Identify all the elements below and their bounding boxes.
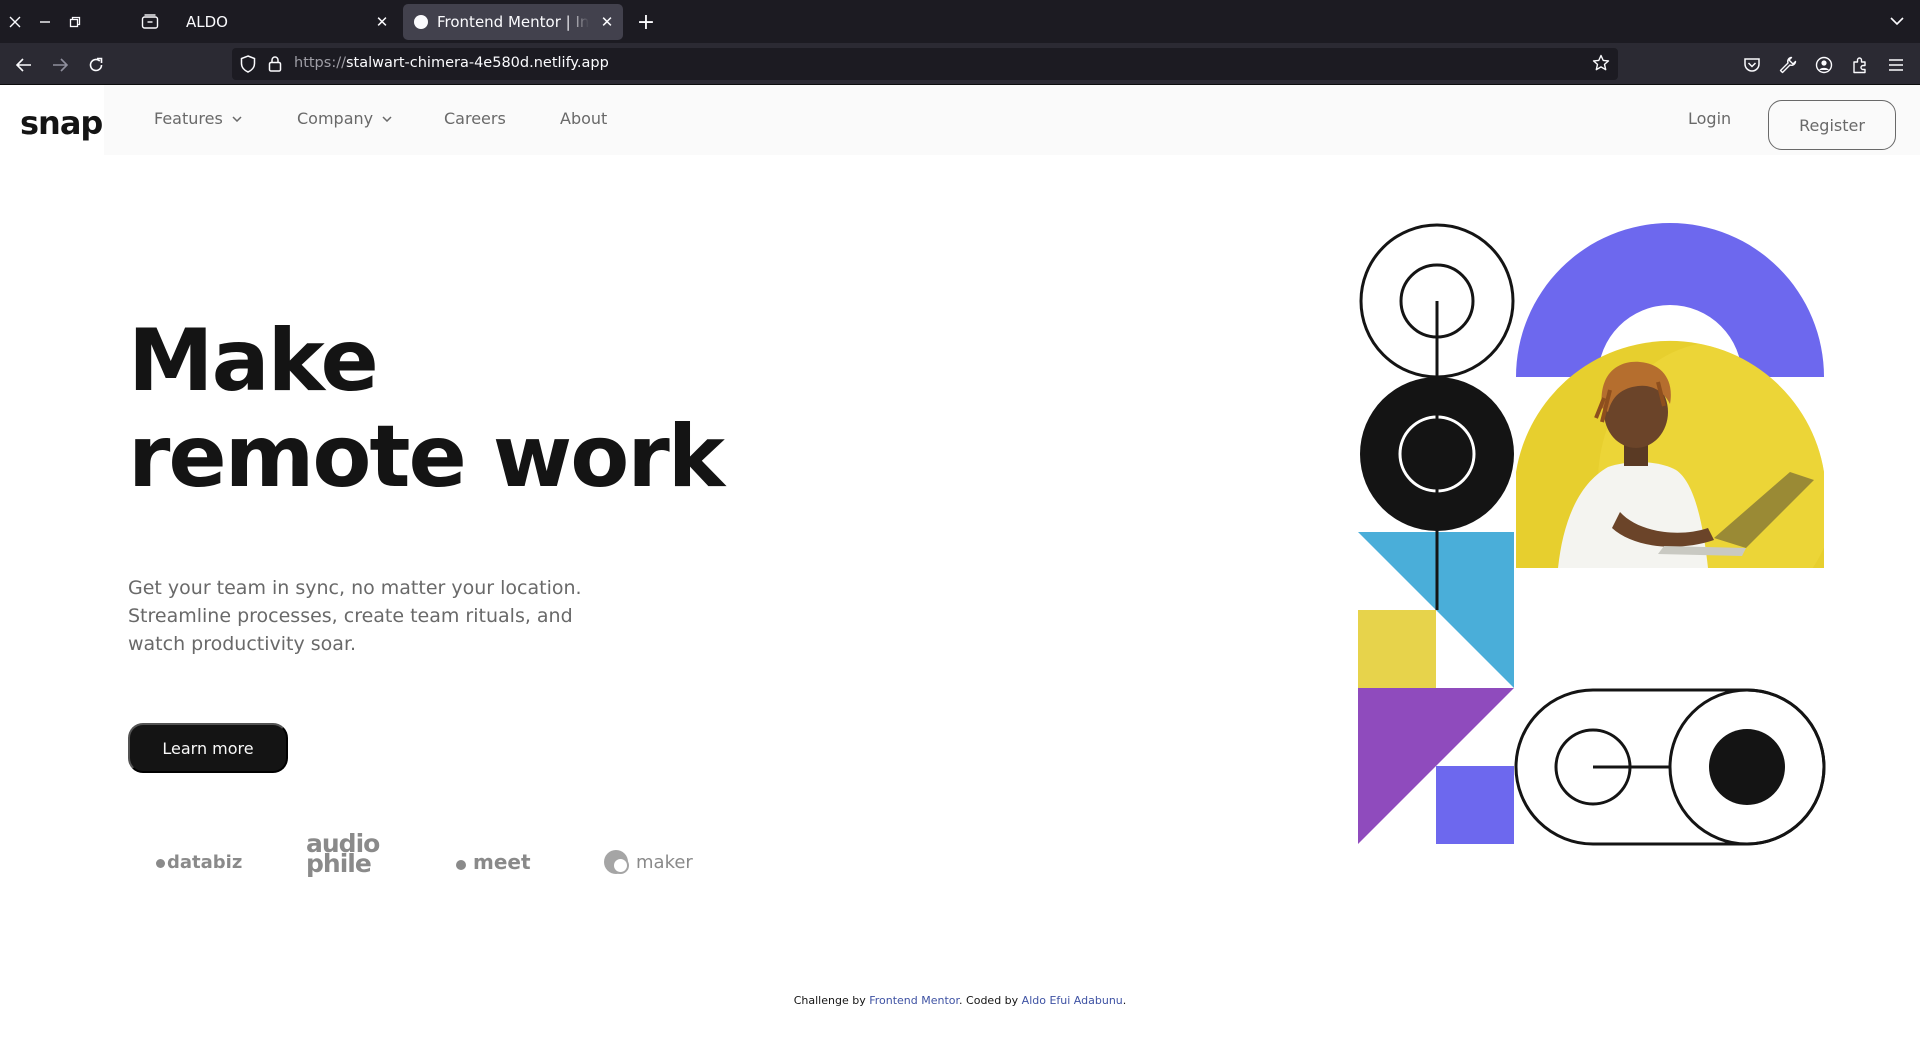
tab-manager-icon[interactable] [136,8,164,36]
databiz-dot-icon [156,859,165,868]
site-header: snap Features Company Careers About Logi… [0,85,1920,155]
browser-tab-strip: ALDO ✕ Frontend Mentor | Intro section w… [0,0,1920,43]
author-link[interactable]: Aldo Efui Adabunu [1022,994,1123,1007]
hero-illustration [1358,223,1826,846]
browser-toolbar: https://stalwart-chimera-4e580d.netlify.… [0,43,1920,85]
new-tab-icon[interactable]: + [632,8,660,36]
lock-icon[interactable] [268,55,282,76]
maker-wordmark: maker [636,851,693,873]
tab-title: Frontend Mentor | Intro section with dro… [437,13,589,31]
nav-features-label: Features [154,109,223,128]
hero-title: Make remote work [128,311,725,507]
nav-company-dropdown[interactable]: Company [297,109,392,128]
register-button[interactable]: Register [1768,100,1896,150]
meet-wordmark: meet [473,850,531,874]
list-all-tabs-icon[interactable] [1886,10,1908,32]
black-dot-shape [1709,729,1785,805]
webpage: snap Features Company Careers About Logi… [0,85,1920,1044]
browser-tab-frontend-mentor[interactable]: Frontend Mentor | Intro section with dro… [403,4,623,40]
databiz-logo: databiz [156,837,242,887]
window-close-icon[interactable] [0,0,30,43]
purple-square-shape [1436,766,1514,844]
maker-mark-icon [604,850,629,874]
tracking-protection-shield-icon[interactable] [240,55,256,77]
browser-tab-aldo[interactable]: ALDO ✕ [176,4,398,40]
url-text[interactable]: https://stalwart-chimera-4e580d.netlify.… [294,55,609,71]
attribution-suffix: . [1122,994,1127,1007]
pocket-icon[interactable] [1741,54,1763,76]
nav-about-link[interactable]: About [560,109,607,128]
nav-careers-link[interactable]: Careers [444,109,506,128]
attribution-middle: . Coded by [959,994,1022,1007]
close-tab-icon[interactable]: ✕ [372,12,392,32]
maker-logo: maker [604,837,693,887]
forward-icon[interactable] [45,50,75,80]
nav-features-dropdown[interactable]: Features [154,109,242,128]
favicon-icon [414,15,428,29]
yellow-square-shape [1358,610,1436,688]
window-minimize-icon[interactable] [30,0,60,43]
snap-logo[interactable]: snap [20,104,103,142]
window-restore-icon[interactable] [60,0,90,43]
attribution-footer: Challenge by Frontend Mentor. Coded by A… [0,994,1920,1007]
frontend-mentor-link[interactable]: Frontend Mentor [869,994,959,1007]
url-scheme: https:// [294,55,346,71]
reload-icon[interactable] [81,50,111,80]
meet-dot-icon [456,860,466,870]
login-link[interactable]: Login [1688,109,1731,128]
extensions-icon[interactable] [1849,54,1871,76]
hero-title-line-1: Make [128,311,379,411]
wrench-icon[interactable] [1777,54,1799,76]
learn-more-button[interactable]: Learn more [128,723,288,773]
attribution-prefix: Challenge by [793,994,870,1007]
tab-title: ALDO [186,13,228,31]
url-host: stalwart-chimera-4e580d.netlify.app [345,55,609,71]
back-icon[interactable] [9,50,39,80]
chevron-down-icon [382,115,392,122]
hero-title-line-2: remote work [128,407,725,507]
address-bar[interactable]: https://stalwart-chimera-4e580d.netlify.… [232,48,1618,80]
chevron-down-icon [232,115,242,122]
bookmark-star-icon[interactable] [1592,54,1610,76]
hamburger-menu-icon[interactable] [1885,54,1907,76]
close-tab-icon[interactable]: ✕ [597,12,617,32]
meet-logo: meet [456,837,531,887]
hero-description: Get your team in sync, no matter your lo… [128,577,582,655]
nav-company-label: Company [297,109,374,128]
audiophile-logo: audio phile [306,831,380,884]
account-icon[interactable] [1813,54,1835,76]
audiophile-wordmark-bottom: phile [306,849,372,878]
databiz-wordmark: databiz [167,851,243,873]
